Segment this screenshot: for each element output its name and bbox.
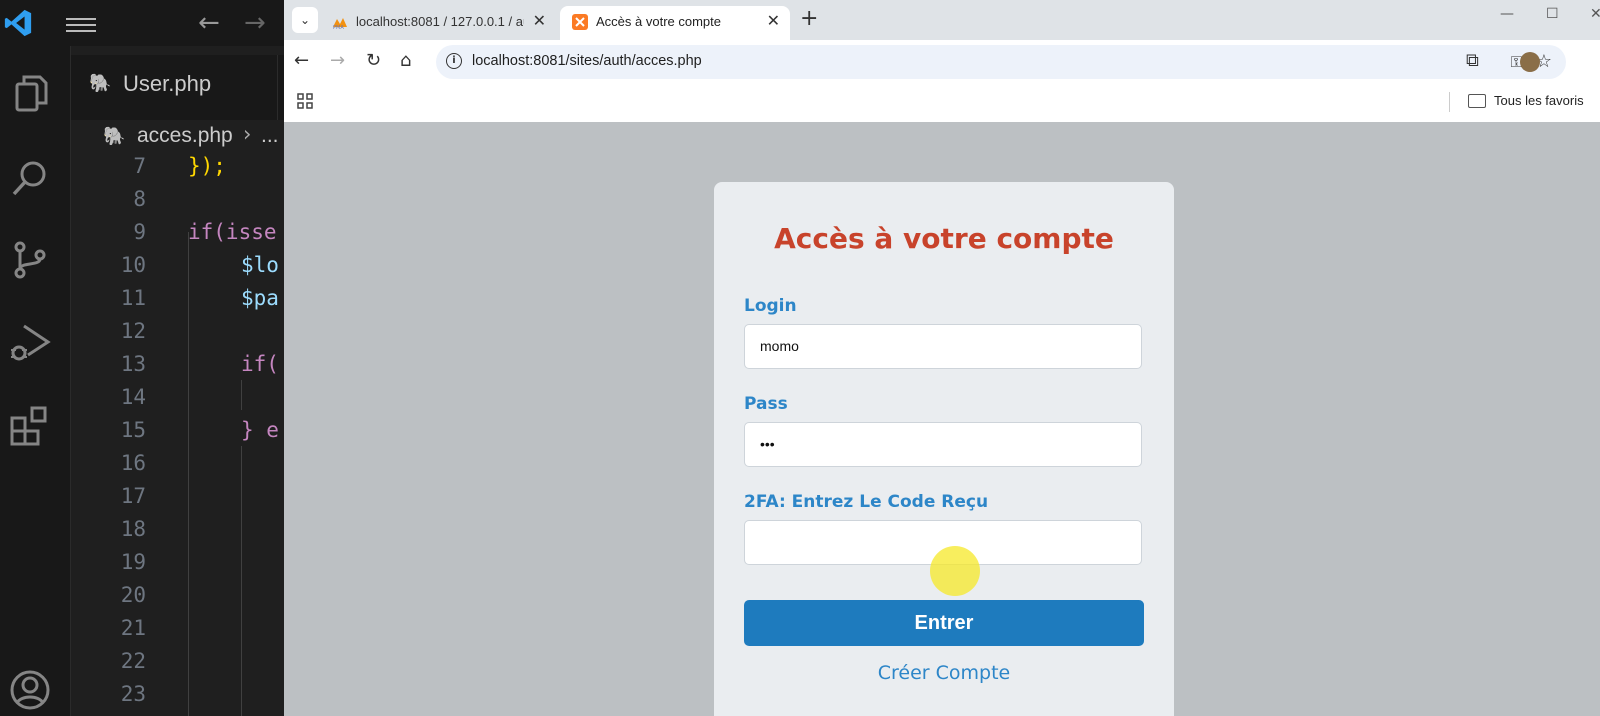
create-account-link[interactable]: Créer Compte <box>714 662 1174 684</box>
line-number: 10 <box>120 253 146 277</box>
breadcrumb-file[interactable]: acces.php <box>137 124 233 148</box>
line-number: 12 <box>120 319 146 343</box>
svg-text:PMA: PMA <box>333 25 344 30</box>
line-number: 13 <box>120 352 146 376</box>
explorer-icon[interactable] <box>8 72 52 116</box>
close-window-icon[interactable]: ✕ <box>1590 6 1600 22</box>
address-bar[interactable]: i localhost:8081/sites/auth/acces.php ⚿ … <box>436 45 1566 79</box>
browser-toolbar: ← → ↻ ⌂ i localhost:8081/sites/auth/acce… <box>284 40 1600 84</box>
folder-icon <box>1468 94 1486 108</box>
line-number: 15 <box>120 418 146 442</box>
line-number: 19 <box>120 550 146 574</box>
editor-tab-bar: 🐘 User.php <box>71 55 290 120</box>
reload-icon[interactable]: ↻ <box>366 50 381 71</box>
tab-strip: ⌄ PMA localhost:8081 / 127.0.0.1 / auth … <box>284 0 1600 40</box>
phpmyadmin-icon: PMA <box>333 18 347 30</box>
line-number: 23 <box>120 682 146 706</box>
profile-avatar[interactable] <box>1520 52 1540 72</box>
code-line: $lo <box>241 253 279 277</box>
line-number: 22 <box>120 649 146 673</box>
breadcrumb-separator-icon: › <box>243 122 252 146</box>
hamburger-menu-icon[interactable] <box>66 14 96 34</box>
back-icon[interactable]: ← <box>294 50 309 71</box>
tab-title: Accès à votre compte <box>596 14 721 29</box>
indent-guide <box>241 446 242 716</box>
line-number: 21 <box>120 616 146 640</box>
cursor-highlight <box>930 546 980 596</box>
source-control-icon[interactable] <box>8 238 52 282</box>
account-icon[interactable] <box>8 668 52 712</box>
bookmarks-bar: Tous les favoris <box>284 84 1600 123</box>
code-line: $pa <box>241 286 279 310</box>
php-elephant-icon: 🐘 <box>103 126 126 147</box>
line-number: 18 <box>120 517 146 541</box>
vscode-window: ← → 🐘 User.php 🐘 acces.php › ... 7}); 8… <box>0 0 290 716</box>
breadcrumb-more[interactable]: ... <box>261 124 279 148</box>
extensions-icon[interactable] <box>8 404 52 448</box>
line-number: 8 <box>133 187 146 211</box>
line-number: 7 <box>133 154 146 178</box>
editor-tab-label: User.php <box>123 71 212 96</box>
close-tab-icon[interactable]: ✕ <box>533 11 546 31</box>
minimize-icon[interactable]: — <box>1500 6 1514 22</box>
tab-active-acces[interactable]: Accès à votre compte ✕ <box>560 6 790 40</box>
twofa-label: 2FA: Entrez Le Code Reçu <box>744 492 989 512</box>
login-card: Accès à votre compte Login momo Pass •••… <box>714 182 1174 716</box>
code-editor[interactable]: 7 }); 8 9 if(isse 10 $lo 11 $pa 12 13 if… <box>71 154 290 716</box>
back-arrow-icon[interactable]: ← <box>198 8 220 38</box>
page-title: Accès à votre compte <box>774 222 1114 255</box>
forward-arrow-icon[interactable]: → <box>244 8 266 38</box>
login-label: Login <box>744 296 797 316</box>
all-bookmarks-folder[interactable]: Tous les favoris <box>1494 93 1584 108</box>
line-number: 20 <box>120 583 146 607</box>
password-input[interactable]: ••• <box>744 422 1142 467</box>
bookmarks-separator <box>1449 92 1450 112</box>
vscode-titlebar: ← → <box>0 0 290 46</box>
code-line: if( <box>241 352 279 376</box>
line-number: 16 <box>120 451 146 475</box>
home-icon[interactable]: ⌂ <box>400 50 411 71</box>
tab-search-icon[interactable]: ⌄ <box>292 7 318 33</box>
maximize-icon[interactable]: ☐ <box>1546 6 1559 22</box>
line-number: 14 <box>120 385 146 409</box>
php-elephant-icon: 🐘 <box>89 73 112 94</box>
tab-title: localhost:8081 / 127.0.0.1 / auth <box>356 14 524 29</box>
extensions-puzzle-icon[interactable]: ⧉ <box>1466 50 1479 71</box>
url-text: localhost:8081/sites/auth/acces.php <box>472 53 702 69</box>
indent-guide <box>241 380 242 410</box>
code-line: } e <box>241 418 279 442</box>
submit-button[interactable]: Entrer <box>744 600 1144 646</box>
breadcrumb: 🐘 acces.php › ... <box>71 120 290 154</box>
forward-icon[interactable]: → <box>330 50 345 71</box>
page-content: Accès à votre compte Login momo Pass •••… <box>284 122 1600 716</box>
apps-grid-icon[interactable] <box>296 92 314 110</box>
line-number: 9 <box>133 220 146 244</box>
new-tab-icon[interactable]: + <box>800 6 818 31</box>
browser-window: ⌄ PMA localhost:8081 / 127.0.0.1 / auth … <box>284 0 1600 716</box>
site-info-icon[interactable]: i <box>446 53 462 69</box>
tab-phpmyadmin[interactable]: PMA localhost:8081 / 127.0.0.1 / auth ✕ <box>320 6 556 40</box>
run-debug-icon[interactable] <box>8 320 52 364</box>
code-line: if(isse <box>188 220 277 244</box>
line-number: 11 <box>120 286 146 310</box>
editor-tab-user-php[interactable]: 🐘 User.php <box>71 55 278 120</box>
activity-bar <box>0 46 71 716</box>
line-number: 17 <box>120 484 146 508</box>
window-controls: — ☐ ✕ <box>1490 6 1600 30</box>
pass-label: Pass <box>744 394 788 414</box>
indent-guide <box>188 232 189 716</box>
close-tab-icon[interactable]: ✕ <box>767 11 780 31</box>
xampp-icon <box>572 14 588 30</box>
code-line: }); <box>188 154 226 178</box>
search-icon[interactable] <box>8 156 52 200</box>
login-input[interactable]: momo <box>744 324 1142 369</box>
vscode-logo-icon <box>4 9 32 37</box>
